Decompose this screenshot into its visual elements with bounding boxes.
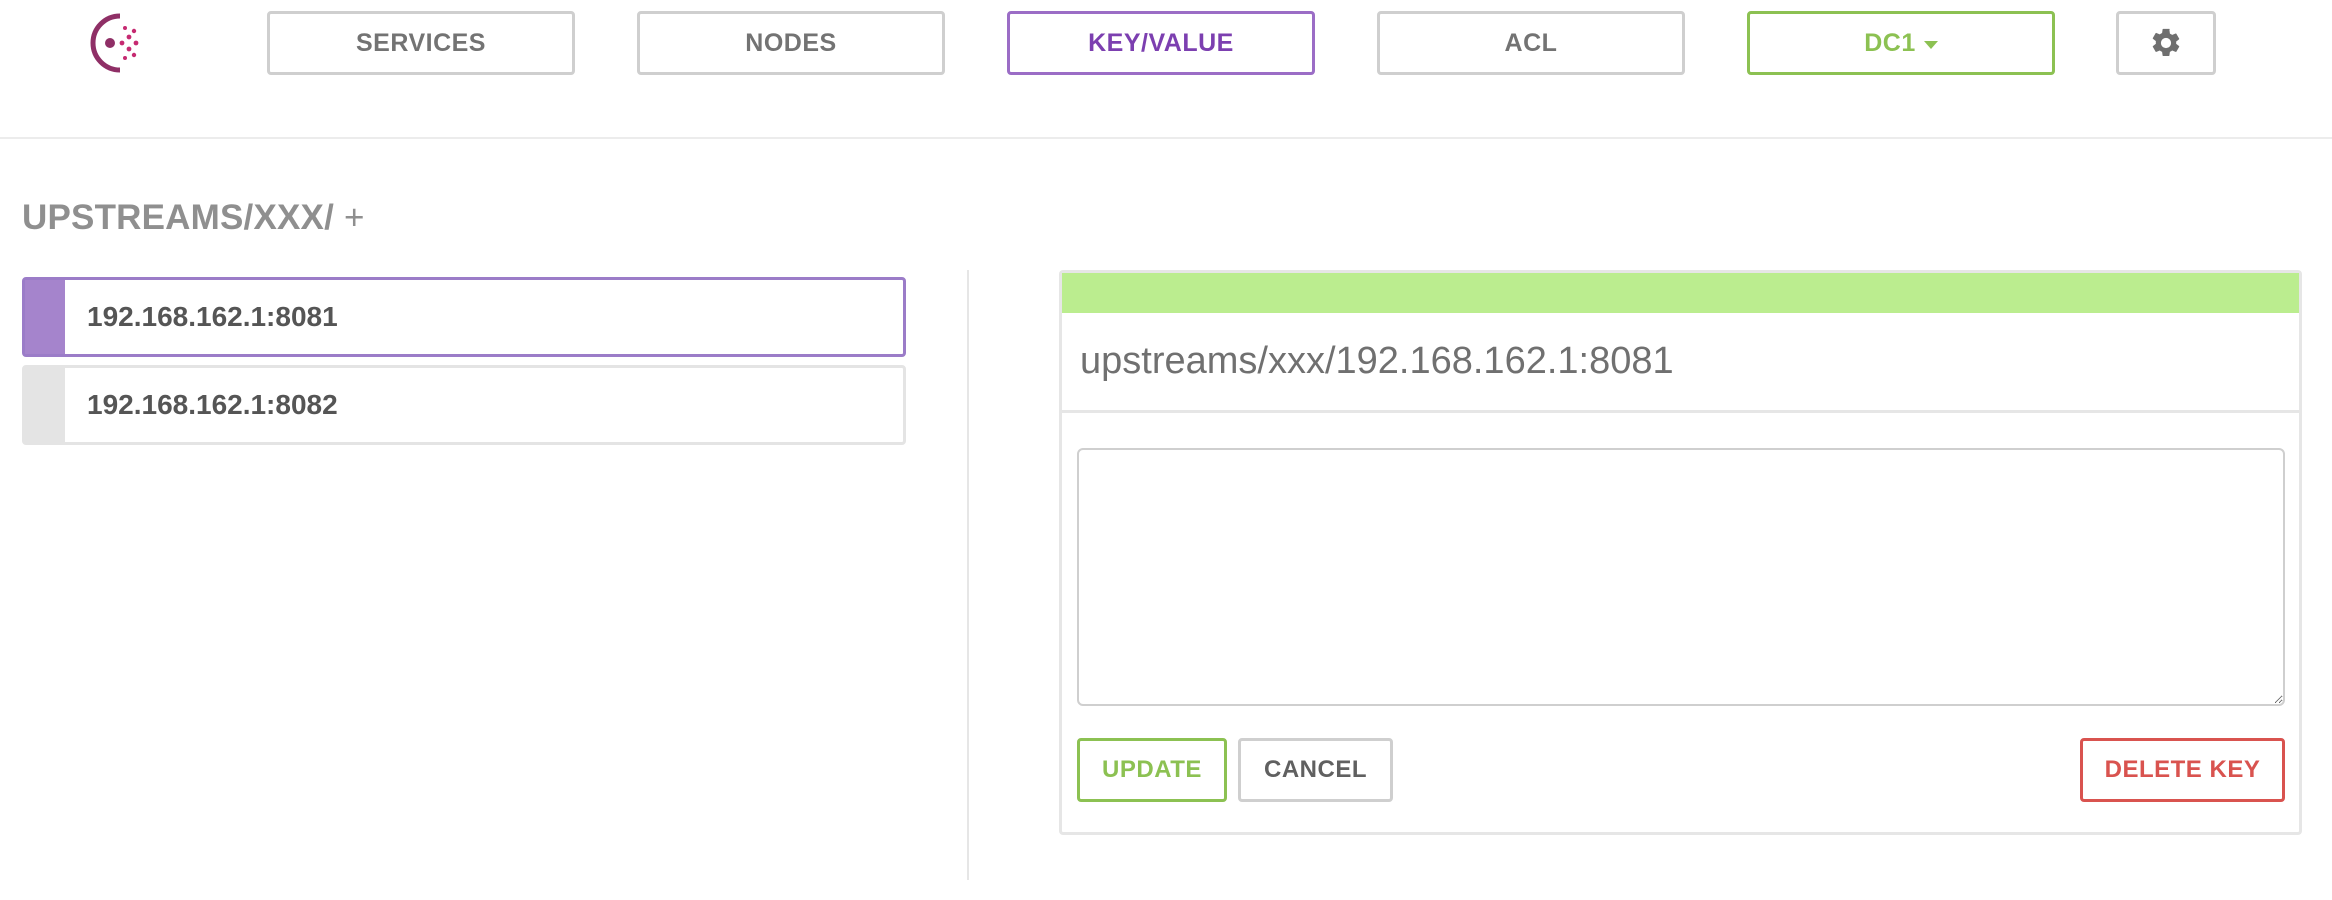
caret-down-icon <box>1923 40 1938 49</box>
add-key-button[interactable]: + <box>344 198 365 237</box>
key-title: upstreams/xxx/192.168.162.1:8081 <box>1062 313 2299 413</box>
datacenter-label: DC1 <box>1864 28 1916 57</box>
nav-acl-label: ACL <box>1504 28 1558 57</box>
key-list-item-label: 192.168.162.1:8082 <box>87 389 338 420</box>
update-button[interactable]: UPDATE <box>1077 738 1227 802</box>
nav-nodes-button[interactable]: NODES <box>637 11 945 75</box>
key-editor-panel: upstreams/xxx/192.168.162.1:8081 UPDATE … <box>1059 270 2302 835</box>
nav-key-value-button[interactable]: KEY/VALUE <box>1007 11 1315 75</box>
datacenter-dropdown[interactable]: DC1 <box>1747 11 2055 75</box>
nav-services-button[interactable]: SERVICES <box>267 11 575 75</box>
key-list-item[interactable]: 192.168.162.1:8082 <box>22 365 906 445</box>
consul-logo-icon[interactable] <box>80 10 146 76</box>
key-value-textarea[interactable] <box>1077 448 2285 706</box>
nav-nodes-label: NODES <box>745 28 837 57</box>
pane-divider <box>967 270 969 880</box>
nav-services-label: SERVICES <box>356 28 486 57</box>
settings-button[interactable] <box>2116 11 2216 75</box>
key-list-item-label: 192.168.162.1:8081 <box>87 301 338 332</box>
nav-acl-button[interactable]: ACL <box>1377 11 1685 75</box>
cancel-button[interactable]: CANCEL <box>1238 738 1393 802</box>
top-navigation: SERVICES NODES KEY/VALUE ACL DC1 <box>0 0 2332 139</box>
nav-key-value-label: KEY/VALUE <box>1088 28 1234 57</box>
status-bar <box>1062 273 2299 313</box>
selection-indicator <box>25 280 65 354</box>
key-list-item-selected[interactable]: 192.168.162.1:8081 <box>22 277 906 357</box>
breadcrumb: UPSTREAMS/XXX/ + <box>22 198 365 238</box>
breadcrumb-path[interactable]: UPSTREAMS/XXX/ <box>22 198 334 237</box>
selection-indicator <box>25 368 65 442</box>
gear-icon <box>2152 28 2180 57</box>
delete-key-button[interactable]: DELETE KEY <box>2080 738 2285 802</box>
